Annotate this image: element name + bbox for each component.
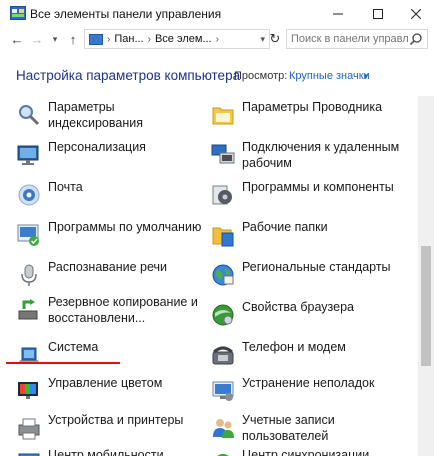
title-bar: Все элементы панели управления <box>0 0 434 27</box>
user-accounts-icon <box>213 419 234 438</box>
vertical-scrollbar[interactable] <box>418 96 434 456</box>
internet-options-icon <box>212 304 234 326</box>
system-icon <box>18 347 40 364</box>
refresh-icon: ↻ <box>269 31 281 46</box>
breadcrumb-control-panel[interactable]: Пан... <box>114 33 143 45</box>
folder-options-icon <box>212 107 234 125</box>
search-icon <box>409 33 422 46</box>
control-panel-items: Параметры индексирования Персонализация … <box>0 96 418 456</box>
arrow-right-icon: → <box>30 31 44 47</box>
up-button[interactable]: ↑ <box>64 29 82 49</box>
navigation-bar: ← → ▾ ↑ › Пан... › Все элем... › ▾ ↻ <box>0 27 434 51</box>
breadcrumb-all-items[interactable]: Все элем... <box>155 33 212 45</box>
close-button[interactable] <box>396 0 434 27</box>
work-folders-icon <box>212 227 234 247</box>
arrow-left-icon: ← <box>10 31 24 47</box>
remote-desktop-icon <box>211 144 235 164</box>
chevron-right-icon: › <box>107 33 111 45</box>
refresh-button[interactable]: ↻ <box>265 29 285 49</box>
page-title: Настройка параметров компьютера <box>16 68 241 83</box>
chevron-right-icon: › <box>215 33 219 45</box>
highlight-underline <box>6 362 120 364</box>
phone-modem-icon <box>212 346 234 365</box>
backup-icon <box>18 299 38 320</box>
programs-icon <box>212 185 232 205</box>
microphone-icon <box>21 264 37 286</box>
mobility-icon <box>18 453 40 456</box>
chevron-right-icon: › <box>147 33 151 45</box>
mail-icon <box>18 184 40 206</box>
chevron-down-icon[interactable]: ▼ <box>362 72 370 81</box>
maximize-button[interactable] <box>358 0 398 27</box>
color-management-icon <box>18 382 38 399</box>
sync-center-icon <box>217 454 229 456</box>
troubleshooting-icon <box>212 381 234 401</box>
indexing-icon <box>19 105 40 126</box>
personalization-icon <box>17 145 39 165</box>
control-panel-icon <box>89 33 103 45</box>
control-panel-icon <box>10 6 26 20</box>
minimize-button[interactable] <box>318 0 358 27</box>
minimize-icon <box>333 13 343 14</box>
forward-button[interactable]: → <box>28 29 46 49</box>
arrow-up-icon: ↑ <box>69 31 77 47</box>
window-title: Все элементы панели управления <box>30 7 222 21</box>
printer-icon <box>18 418 40 440</box>
recent-locations-button[interactable]: ▾ <box>46 29 64 49</box>
chevron-down-icon: ▾ <box>52 33 58 44</box>
search-box[interactable] <box>286 29 428 49</box>
close-icon <box>411 8 421 19</box>
scrollbar-thumb[interactable] <box>421 246 431 366</box>
maximize-icon <box>373 8 383 19</box>
view-mode-selector[interactable]: Крупные значки <box>289 70 370 82</box>
address-bar[interactable]: › Пан... › Все элем... › ▾ <box>84 29 270 49</box>
content-header: Настройка параметров компьютера Просмотр… <box>0 51 434 96</box>
back-button[interactable]: ← <box>8 29 26 49</box>
region-icon <box>212 264 234 286</box>
view-label: Просмотр: <box>234 70 288 82</box>
default-programs-icon <box>17 224 39 246</box>
search-input[interactable] <box>291 33 409 45</box>
